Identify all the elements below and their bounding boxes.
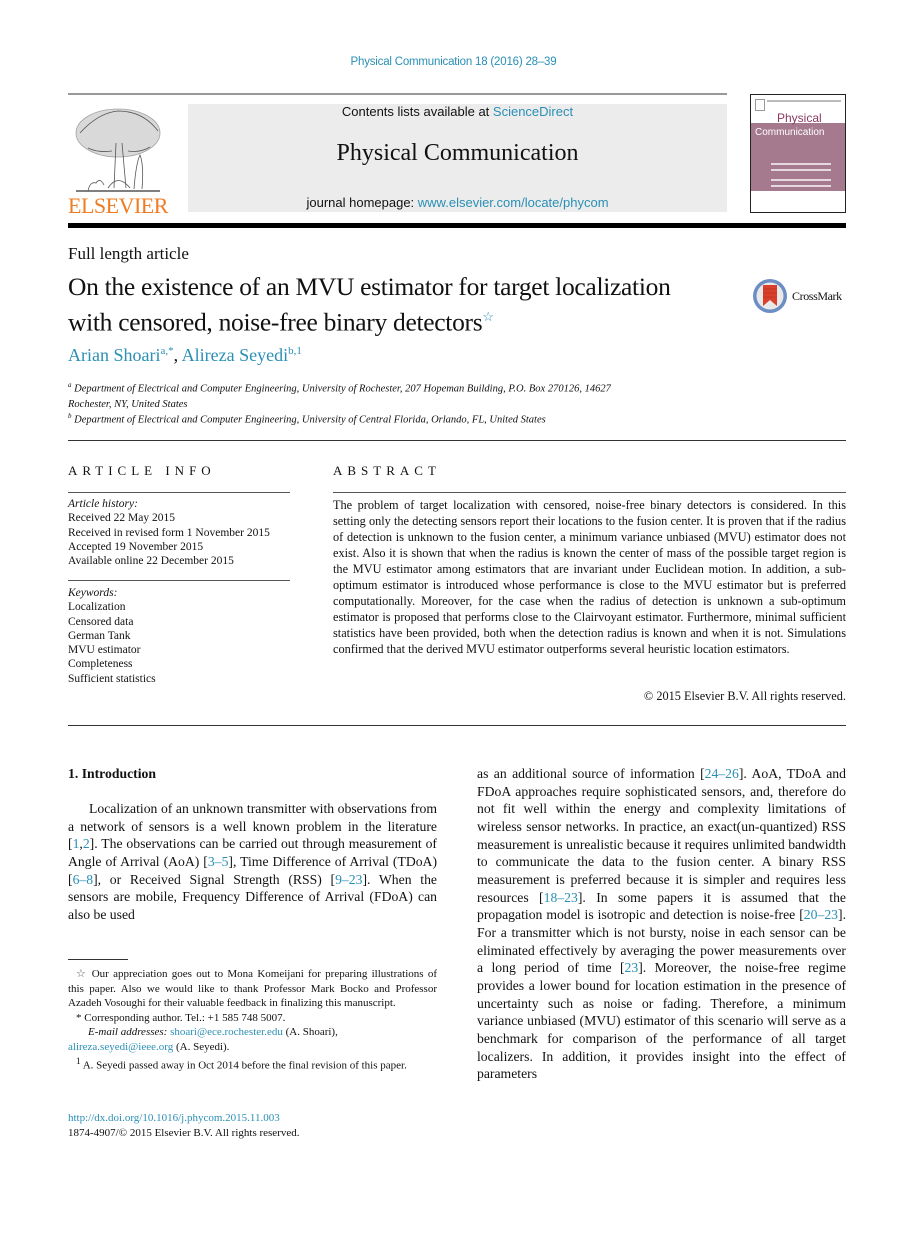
- footnote-text: Corresponding author. Tel.: +1 585 748 5…: [84, 1011, 286, 1024]
- author-marks[interactable]: b,1: [288, 345, 302, 357]
- section-heading-introduction: 1. Introduction: [68, 766, 156, 781]
- cover-header-line: [767, 100, 841, 102]
- body-text: Localization of an unknown transmitter w…: [68, 801, 437, 834]
- keyword: Sufficient statistics: [68, 672, 156, 685]
- citation-link[interactable]: 20–23: [804, 907, 838, 922]
- header-thick-rule: [68, 223, 846, 228]
- article-info-heading: ARTICLE INFO: [68, 463, 216, 478]
- article-history: Article history: Received 22 May 2015 Re…: [68, 497, 270, 568]
- citation-link[interactable]: 24–26: [705, 766, 739, 781]
- keywords-list: Keywords: Localization Censored data Ger…: [68, 586, 156, 686]
- abstract-rule: [333, 492, 846, 493]
- affiliation-a: a Department of Electrical and Computer …: [68, 378, 708, 412]
- article-type: Full length article: [68, 244, 189, 263]
- history-item: Received 22 May 2015: [68, 512, 175, 525]
- email-label: E-mail addresses:: [88, 1026, 168, 1038]
- cover-text-line: [771, 163, 831, 165]
- keywords-label: Keywords:: [68, 587, 118, 599]
- journal-homepage-link[interactable]: www.elsevier.com/locate/phycom: [418, 195, 609, 210]
- contents-prefix: Contents lists available at: [341, 104, 493, 119]
- title-footnote-star-icon[interactable]: ☆: [482, 309, 494, 324]
- footnote-text: A. Seyedi passed away in Oct 2014 before…: [82, 1059, 407, 1072]
- author-marks[interactable]: a,*: [160, 345, 173, 357]
- section-divider: [68, 440, 846, 441]
- affiliation-mark: b: [68, 412, 72, 420]
- issn-copyright: 1874-4907/© 2015 Elsevier B.V. All right…: [68, 1126, 300, 1139]
- journal-citation[interactable]: Physical Communication 18 (2016) 28–39: [0, 56, 907, 68]
- history-item: Received in revised form 1 November 2015: [68, 526, 270, 539]
- body-text: ], or Received Signal Strength (RSS) [: [93, 871, 336, 887]
- abstract-copyright: © 2015 Elsevier B.V. All rights reserved…: [643, 689, 846, 703]
- keyword: German Tank: [68, 629, 131, 642]
- affiliation-mark: a: [68, 381, 72, 389]
- footnote-star-icon: ☆: [76, 968, 88, 980]
- body-text: ]. Moreover, the noise-free regime provi…: [477, 960, 846, 1082]
- author-name[interactable]: Arian Shoari: [68, 345, 160, 365]
- keyword: MVU estimator: [68, 644, 141, 657]
- body-text: ]. AoA, TDoA and FDoA approaches require…: [477, 766, 846, 905]
- cover-title-line2: Communication: [755, 127, 825, 138]
- footnote-1: 1 A. Seyedi passed away in Oct 2014 befo…: [68, 1054, 437, 1073]
- header-rule: [68, 93, 727, 95]
- footnotes: ☆ Our appreciation goes out to Mona Kome…: [68, 967, 437, 1073]
- footnote-rule: [68, 959, 128, 960]
- author-name[interactable]: Alireza Seyedi: [182, 345, 288, 365]
- history-label: Article history:: [68, 498, 138, 510]
- homepage-prefix: journal homepage:: [306, 195, 418, 210]
- abstract-heading: ABSTRACT: [333, 463, 441, 478]
- body-right-column: as an additional source of information […: [477, 765, 846, 1083]
- homepage-line: journal homepage: www.elsevier.com/locat…: [188, 195, 727, 210]
- keyword: Censored data: [68, 615, 134, 628]
- citation-link[interactable]: 2: [83, 836, 90, 851]
- cover-logo-icon: [755, 99, 765, 111]
- footnote-emails: E-mail addresses: shoari@ece.rochester.e…: [68, 1025, 437, 1054]
- journal-name: Physical Communication: [336, 140, 579, 166]
- cover-text-line: [771, 179, 831, 181]
- author-list: Arian Shoaria,*, Alireza Seyedib,1: [68, 345, 302, 366]
- citation-link[interactable]: 18–23: [544, 890, 578, 905]
- email-owner: (A. Shoari),: [282, 1026, 338, 1038]
- affiliation-text: Department of Electrical and Computer En…: [74, 383, 611, 395]
- footnote-corresponding: * Corresponding author. Tel.: +1 585 748…: [68, 1011, 437, 1026]
- keyword: Completeness: [68, 658, 133, 671]
- footnote-number: 1: [76, 1056, 81, 1066]
- title-line2: with censored, noise-free binary detecto…: [68, 307, 483, 337]
- doi-block: http://dx.doi.org/10.1016/j.phycom.2015.…: [68, 1111, 300, 1140]
- section-divider: [68, 725, 846, 726]
- history-item: Available online 22 December 2015: [68, 555, 234, 568]
- email-owner: (A. Seyedi).: [173, 1040, 230, 1053]
- article-title: On the existence of an MVU estimator for…: [68, 272, 748, 338]
- affiliation-b: b Department of Electrical and Computer …: [68, 409, 708, 428]
- title-line1: On the existence of an MVU estimator for…: [68, 272, 671, 301]
- article-info-rule: [68, 492, 290, 493]
- citation-link[interactable]: 6–8: [73, 872, 94, 887]
- cover-text-line: [771, 169, 831, 171]
- author-separator: ,: [173, 345, 182, 365]
- citation-link[interactable]: 9–23: [335, 872, 362, 887]
- email-link[interactable]: shoari@ece.rochester.edu: [170, 1026, 283, 1038]
- citation-link[interactable]: 23: [625, 960, 639, 975]
- affiliation-text-cont: Rochester, NY, United States: [68, 398, 188, 410]
- keywords-rule: [68, 580, 290, 581]
- crossmark-label[interactable]: CrossMark: [792, 289, 842, 304]
- sciencedirect-link[interactable]: ScienceDirect: [493, 104, 573, 119]
- journal-cover-thumbnail[interactable]: Physical Communication: [750, 94, 846, 213]
- footnote-asterisk-icon: *: [76, 1011, 82, 1024]
- footnote-text: Our appreciation goes out to Mona Komeij…: [68, 968, 438, 1009]
- crossmark-icon[interactable]: [752, 278, 788, 314]
- body-text: as an additional source of information [: [477, 766, 705, 781]
- history-item: Accepted 19 November 2015: [68, 540, 204, 553]
- cover-title-line1: Physical: [777, 111, 822, 125]
- keyword: Localization: [68, 601, 126, 614]
- citation-link[interactable]: 3–5: [208, 854, 229, 869]
- footnote-acknowledgement: ☆ Our appreciation goes out to Mona Kome…: [68, 967, 437, 1011]
- doi-link[interactable]: http://dx.doi.org/10.1016/j.phycom.2015.…: [68, 1112, 280, 1124]
- body-left-column: Localization of an unknown transmitter w…: [68, 800, 437, 924]
- affiliation-text: Department of Electrical and Computer En…: [74, 414, 546, 426]
- contents-line: Contents lists available at ScienceDirec…: [188, 104, 727, 119]
- email-link[interactable]: alireza.seyedi@ieee.org: [68, 1041, 173, 1053]
- cover-text-line: [771, 185, 831, 187]
- abstract-text: The problem of target localization with …: [333, 498, 846, 656]
- elsevier-wordmark[interactable]: ELSEVIER: [68, 193, 168, 219]
